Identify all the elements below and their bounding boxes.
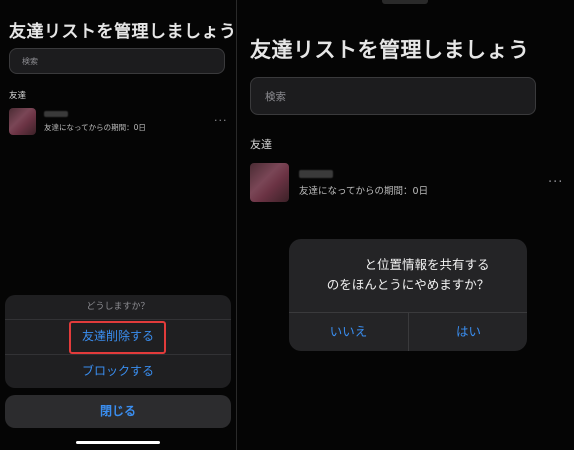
section-label-friends: 友達 xyxy=(250,138,272,151)
avatar xyxy=(250,163,289,202)
alert-message-line2: のをほんとうにやめますか？ xyxy=(326,277,490,292)
home-indicator xyxy=(76,441,160,444)
status-notch xyxy=(382,0,428,4)
close-button[interactable]: 閉じる xyxy=(5,395,231,428)
confirm-alert: と位置情報を共有する のをほんとうにやめますか？ いいえ はい xyxy=(289,239,527,351)
friend-name-blurred xyxy=(299,170,333,178)
no-button[interactable]: いいえ xyxy=(289,312,408,351)
action-sheet-header: どうしますか？ xyxy=(86,302,150,312)
friend-duration: 友達になってからの期間：0日 xyxy=(299,186,429,197)
highlight-box xyxy=(69,321,166,354)
block-button[interactable]: ブロックする xyxy=(5,355,231,388)
yes-button[interactable]: はい xyxy=(409,312,528,351)
alert-message-line1: と位置情報を共有する xyxy=(364,257,490,272)
search-input[interactable]: 検索 xyxy=(250,77,536,115)
left-screen: 友達リストを管理しましょう 検索 友達 友達になってからの期間：0日 ··· ど… xyxy=(0,0,236,450)
page-title: 友達リストを管理しましょう xyxy=(250,38,530,62)
ellipsis-icon[interactable]: ··· xyxy=(548,175,563,190)
search-placeholder: 検索 xyxy=(265,91,286,103)
right-screen: 友達リストを管理しましょう 検索 友達 友達になってからの期間：0日 ··· と… xyxy=(237,0,574,450)
